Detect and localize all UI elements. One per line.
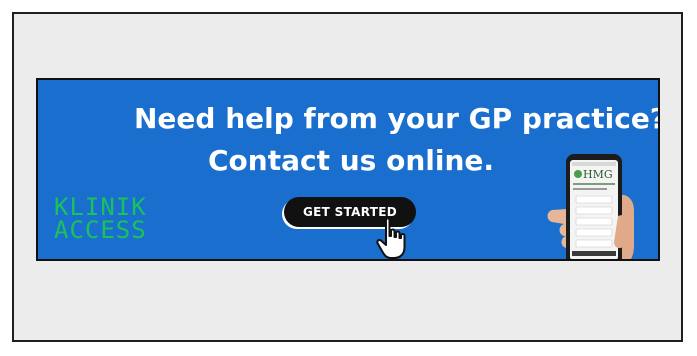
klinik-access-logo: KLINIK ACCESS: [54, 195, 147, 244]
phone-in-hand-image: HMG: [547, 154, 634, 259]
promo-banner[interactable]: Need help from your GP practice? Contact…: [36, 78, 660, 261]
logo-line2: ACCESS: [54, 216, 147, 244]
hand-pointer-icon: [376, 217, 406, 259]
phone-brand-text: HMG: [583, 168, 613, 181]
banner-headline-line1: Need help from your GP practice?: [134, 102, 660, 135]
